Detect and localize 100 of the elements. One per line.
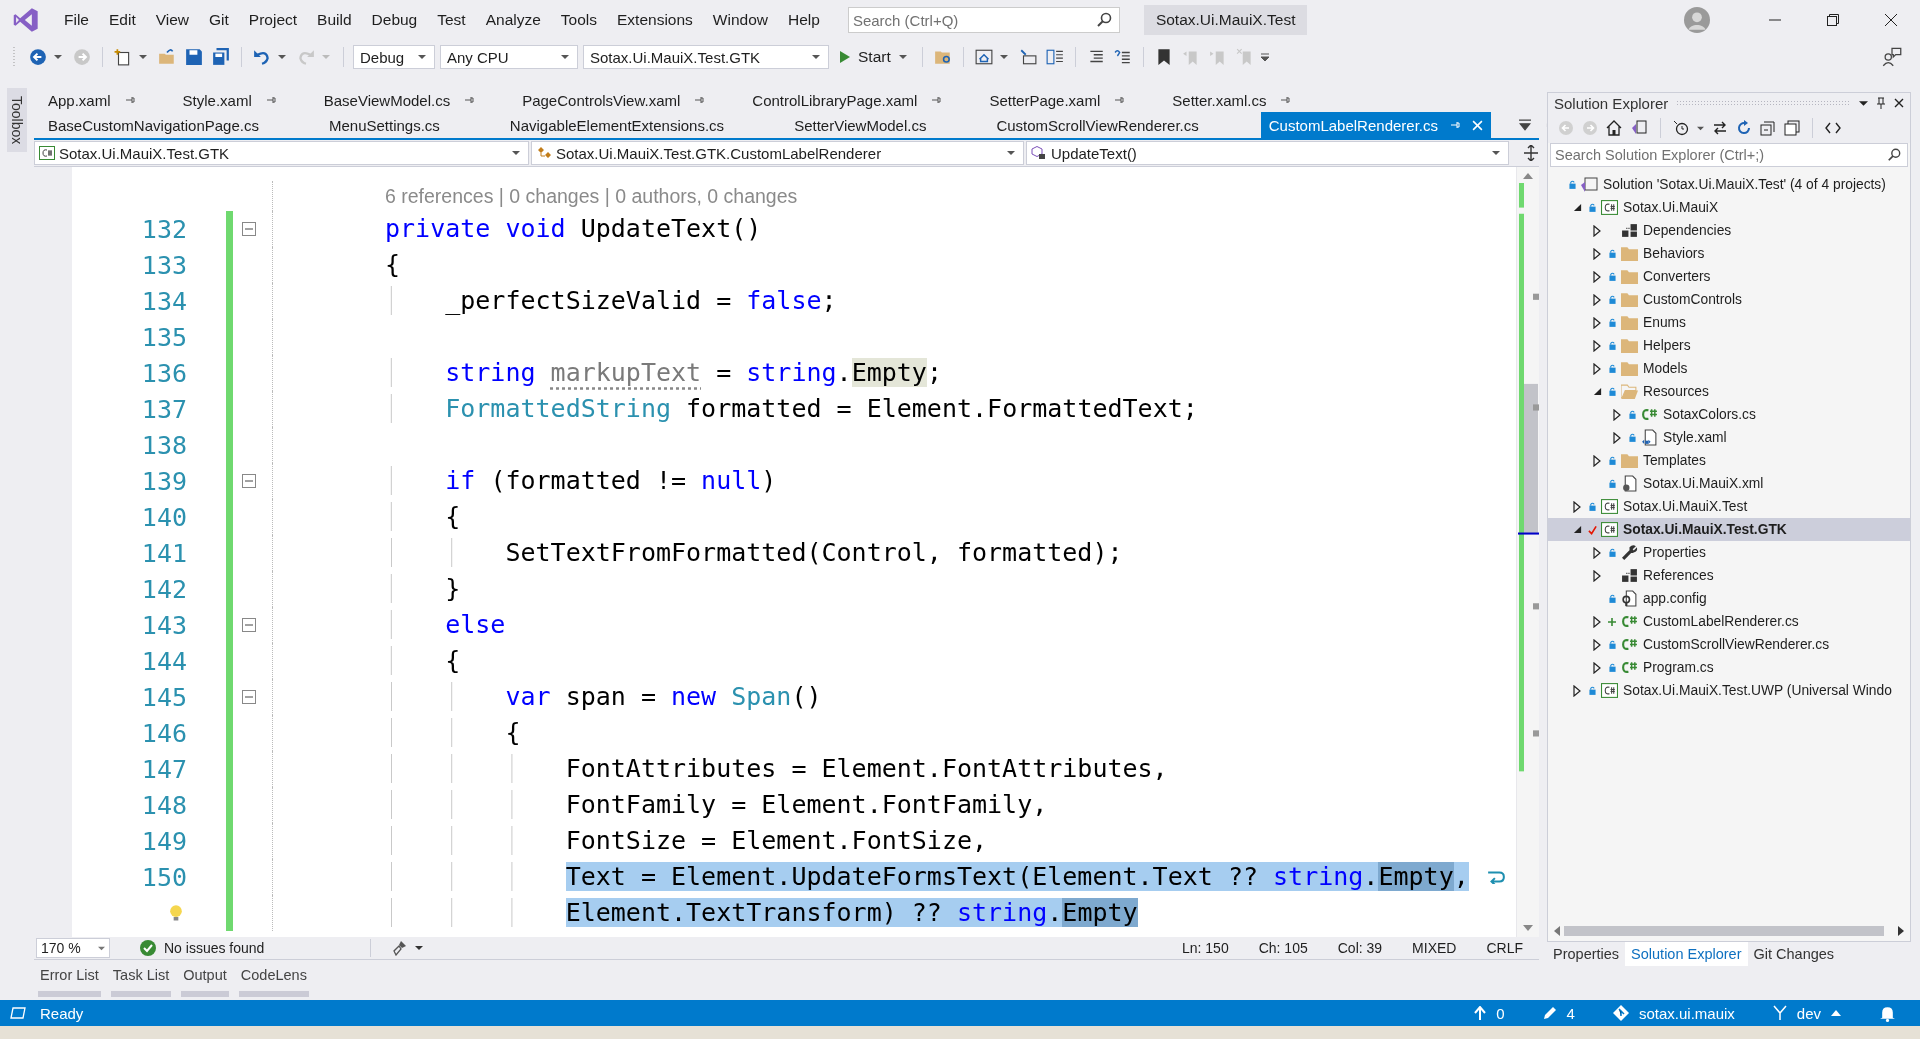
panel-tab[interactable]: Properties: [1547, 942, 1626, 966]
menu-item[interactable]: File: [54, 7, 99, 33]
document-tab[interactable]: Setter.xaml.cs: [1164, 88, 1331, 112]
project-dropdown[interactable]: Sotax.Ui.MauiX.Test.GTK: [34, 141, 529, 165]
scroll-left-icon[interactable]: [1554, 926, 1560, 936]
expand-arrow-icon[interactable]: [1593, 454, 1601, 467]
tree-item[interactable]: Helpers: [1548, 334, 1910, 357]
close-icon[interactable]: [1894, 98, 1904, 108]
collapse-icon[interactable]: [242, 222, 256, 236]
save-icon[interactable]: [185, 48, 203, 66]
tree-item[interactable]: Sotax.Ui.MauiX.Test.GTK: [1548, 518, 1910, 541]
expand-arrow-icon[interactable]: [1593, 224, 1601, 237]
panel-tab[interactable]: Git Changes: [1747, 942, 1841, 966]
menu-item[interactable]: Tools: [550, 7, 608, 33]
tree-item[interactable]: Properties: [1548, 541, 1910, 564]
collapse-arrow-icon[interactable]: [1592, 387, 1602, 396]
tree-item[interactable]: Program.cs: [1548, 656, 1910, 679]
home-window-icon[interactable]: [974, 48, 993, 66]
save-all-icon[interactable]: [212, 48, 230, 66]
tree-item[interactable]: References: [1548, 564, 1910, 587]
pin-icon[interactable]: [1876, 97, 1886, 109]
whitespace-indicator[interactable]: MIXED: [1412, 940, 1457, 956]
search-field[interactable]: Search Solution Explorer (Ctrl+;): [1550, 143, 1908, 167]
tree-item[interactable]: Behaviors: [1548, 242, 1910, 265]
search-field[interactable]: Search (Ctrl+Q): [847, 7, 1120, 33]
caret-icon[interactable]: [278, 53, 286, 61]
expand-arrow-icon[interactable]: [1593, 270, 1601, 283]
pin-icon[interactable]: [1114, 95, 1125, 105]
document-tab[interactable]: BaseViewModel.cs: [315, 88, 515, 112]
panel-tab[interactable]: Solution Explorer: [1625, 942, 1748, 966]
tree-item[interactable]: Sotax.Ui.MauiX.xml: [1548, 472, 1910, 495]
pin-icon[interactable]: [124, 95, 135, 105]
toolbox-tab[interactable]: Toolbox: [7, 88, 27, 153]
repository-button[interactable]: sotax.ui.mauix: [1612, 1004, 1735, 1022]
tree-item[interactable]: Enums: [1548, 311, 1910, 334]
document-tab[interactable]: PageControlsView.xaml: [514, 88, 745, 112]
start-button[interactable]: Start: [834, 48, 913, 66]
history-icon[interactable]: [1673, 120, 1689, 136]
tree-item[interactable]: CustomLabelRenderer.cs: [1548, 610, 1910, 633]
switch-view-icon[interactable]: [1630, 120, 1648, 136]
brush-icon[interactable]: [391, 940, 408, 956]
tree-item[interactable]: Dependencies: [1548, 219, 1910, 242]
undo-icon[interactable]: [253, 48, 271, 66]
tree-item[interactable]: Models: [1548, 357, 1910, 380]
zoom-dropdown[interactable]: 170 %: [36, 938, 110, 958]
refresh-icon[interactable]: [1736, 120, 1752, 136]
pin-icon[interactable]: [265, 95, 276, 105]
collapse-icon[interactable]: [242, 618, 256, 632]
tree-item[interactable]: Resources: [1548, 380, 1910, 403]
new-item-icon[interactable]: [114, 48, 132, 66]
tree-item[interactable]: Solution 'Sotax.Ui.MauiX.Test' (4 of 4 projects): [1548, 173, 1910, 196]
code-icon[interactable]: [1825, 120, 1841, 136]
line-ending-indicator[interactable]: CRLF: [1486, 940, 1523, 956]
collapse-arrow-icon[interactable]: [1572, 525, 1582, 534]
document-tab[interactable]: Style.xaml: [174, 88, 316, 112]
menu-item[interactable]: Project: [238, 7, 308, 33]
collapse-icon[interactable]: [242, 690, 256, 704]
menu-item[interactable]: Extensions: [607, 7, 703, 33]
pin-icon[interactable]: [464, 95, 475, 105]
document-tab[interactable]: BaseCustomNavigationPage.cs: [40, 112, 321, 138]
tree-item[interactable]: Templates: [1548, 449, 1910, 472]
menu-item[interactable]: Edit: [99, 7, 146, 33]
menu-item[interactable]: Build: [307, 7, 362, 33]
expand-arrow-icon[interactable]: [1593, 316, 1601, 329]
expand-arrow-icon[interactable]: [1593, 362, 1601, 375]
tab-list-icon[interactable]: [1519, 119, 1531, 131]
menu-item[interactable]: Window: [702, 7, 778, 33]
expand-arrow-icon[interactable]: [1613, 408, 1621, 421]
tree-item[interactable]: Converters: [1548, 265, 1910, 288]
tree-item[interactable]: Sotax.Ui.MauiX.Test.UWP (Universal Windo: [1548, 679, 1910, 702]
platform-dropdown[interactable]: Any CPU: [440, 45, 578, 69]
expand-arrow-icon[interactable]: [1593, 293, 1601, 306]
tree-item[interactable]: Sotax.Ui.MauiX.Test: [1548, 495, 1910, 518]
issues-status[interactable]: No issues found: [164, 940, 265, 956]
back-icon[interactable]: [29, 48, 47, 66]
tree-item[interactable]: SotaxColors.cs: [1548, 403, 1910, 426]
pin-icon[interactable]: [931, 95, 942, 105]
document-tab[interactable]: SetterViewModel.cs: [786, 112, 989, 138]
copy-icon[interactable]: [1784, 120, 1800, 136]
scrollbar-thumb[interactable]: [1564, 926, 1884, 936]
expand-arrow-icon[interactable]: [1593, 247, 1601, 260]
expand-arrow-icon[interactable]: [1593, 569, 1601, 582]
caret-icon[interactable]: [1697, 124, 1704, 132]
collapse-all-icon[interactable]: [1760, 120, 1776, 136]
expand-arrow-icon[interactable]: [1613, 431, 1621, 444]
open-folder-icon[interactable]: [158, 48, 176, 66]
expand-arrow-icon[interactable]: [1593, 638, 1601, 651]
expand-arrow-icon[interactable]: [1573, 684, 1581, 697]
tree-item[interactable]: Sotax.Ui.MauiX: [1548, 196, 1910, 219]
member-dropdown[interactable]: UpdateText(): [1026, 141, 1509, 165]
menu-item[interactable]: Help: [778, 7, 830, 33]
overflow-icon[interactable]: [1260, 52, 1269, 62]
document-tab[interactable]: NavigableElementExtensions.cs: [501, 112, 787, 138]
pending-changes-button[interactable]: 4: [1542, 1004, 1575, 1022]
expand-arrow-icon[interactable]: [1593, 661, 1601, 674]
menu-item[interactable]: View: [145, 7, 200, 33]
caret-icon[interactable]: [139, 53, 147, 61]
document-tab[interactable]: App.xaml: [40, 88, 175, 112]
menu-item[interactable]: Debug: [361, 7, 428, 33]
menu-item[interactable]: Git: [199, 7, 239, 33]
